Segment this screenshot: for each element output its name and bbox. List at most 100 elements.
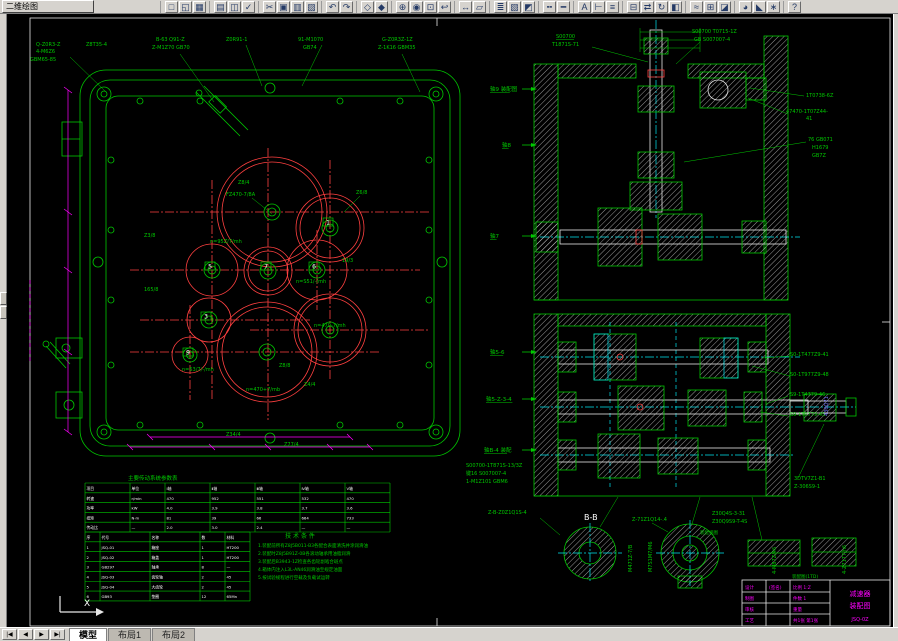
tab-nav-first-button[interactable]: |◀ bbox=[2, 629, 17, 640]
toolbar-group: ⊟ ⇄ ↻ ◧ bbox=[622, 0, 683, 13]
tab-nav-last-button[interactable]: ▶| bbox=[50, 629, 65, 640]
drawing-label: 轴9 装配图 bbox=[490, 85, 518, 93]
drawing-canvas[interactable]: 项目 单位 Ⅰ轴 Ⅱ轴 Ⅲ轴 Ⅳ轴 Ⅴ轴转速 r/min 470 952 551 532 470功率 kW… bbox=[7, 14, 893, 628]
tab-layout2[interactable]: 布局2 bbox=[152, 628, 196, 641]
table-cell: 664 bbox=[302, 515, 310, 520]
undo-icon[interactable]: ↶ bbox=[326, 0, 339, 13]
table-cell: Ⅳ轴 bbox=[302, 486, 310, 491]
table-cell: 551 bbox=[257, 496, 265, 501]
tab-nav-prev-button[interactable]: ◀ bbox=[18, 629, 33, 640]
area-icon[interactable]: ▱ bbox=[473, 0, 486, 13]
drawing-label: T1871S-71 bbox=[551, 42, 579, 48]
table-cell: — bbox=[347, 525, 351, 530]
table-cell: 45 bbox=[227, 574, 232, 579]
table-cell: 传动比 bbox=[87, 525, 99, 530]
zoom-realtime-icon[interactable]: ◉ bbox=[410, 0, 423, 13]
match-properties-icon[interactable]: ▨ bbox=[305, 0, 318, 13]
drawing-label: 比例 1:Z bbox=[793, 584, 811, 591]
pan-icon[interactable]: ⊕ bbox=[396, 0, 409, 13]
table-cell: GB93 bbox=[102, 594, 113, 599]
table-cell: 垫圈 bbox=[152, 594, 160, 599]
table-cell: 66 bbox=[257, 515, 262, 520]
offset-icon[interactable]: ≈ bbox=[690, 0, 703, 13]
text-style-icon[interactable]: A bbox=[578, 0, 591, 13]
make-block-icon[interactable]: ◆ bbox=[375, 0, 388, 13]
drawing-label: G-Z0R3Z-1Z bbox=[382, 37, 413, 43]
dock-handle-icon[interactable] bbox=[0, 306, 7, 319]
table-cell: 2 bbox=[87, 555, 90, 560]
table-cell: kW bbox=[132, 506, 138, 511]
redo-icon[interactable]: ↷ bbox=[340, 0, 353, 13]
drawing-label: 4-Z71T7/h6 bbox=[842, 545, 848, 574]
open-icon[interactable]: ◱ bbox=[179, 0, 192, 13]
table-cell: 代号 bbox=[102, 535, 110, 540]
save-icon[interactable]: ▦ bbox=[193, 0, 206, 13]
layers-icon[interactable]: ≣ bbox=[494, 0, 507, 13]
distance-icon[interactable]: ↔ bbox=[459, 0, 472, 13]
table-cell: Ⅰ轴 bbox=[167, 486, 172, 491]
array-icon[interactable]: ⊞ bbox=[704, 0, 717, 13]
drawing-label: 装配视图 bbox=[700, 529, 718, 536]
drawing-label: 41 bbox=[806, 116, 812, 122]
drawing-label: 165/8 bbox=[144, 287, 158, 293]
color-control-icon[interactable]: ◩ bbox=[522, 0, 535, 13]
zoom-previous-icon[interactable]: ↩ bbox=[438, 0, 451, 13]
drawing-label: Z-B-Z0Z1Q1S-4 bbox=[488, 510, 527, 516]
print-icon[interactable]: ▤ bbox=[214, 0, 227, 13]
mirror-icon[interactable]: ◧ bbox=[669, 0, 682, 13]
drawing-label: S00700-1T871S-13/3Z bbox=[466, 463, 523, 469]
copy-icon[interactable]: ▣ bbox=[277, 0, 290, 13]
drawing-label: M471Z-7/B bbox=[628, 544, 634, 572]
gear-circles bbox=[171, 156, 367, 403]
layer-properties-icon[interactable]: ▧ bbox=[508, 0, 521, 13]
lineweight-icon[interactable]: ━ bbox=[557, 0, 570, 13]
drawing-label: Z30Q4S-3-31 bbox=[712, 511, 745, 517]
docked-panel-title[interactable]: 二维绘图 bbox=[2, 0, 94, 13]
trim-icon[interactable]: ◪ bbox=[718, 0, 731, 13]
drawing-label: 4-M6Z6 bbox=[36, 49, 55, 55]
move-icon[interactable]: ⇄ bbox=[641, 0, 654, 13]
drawing-label: X bbox=[84, 599, 90, 609]
tab-model[interactable]: 模型 bbox=[69, 628, 108, 641]
linetype-icon[interactable]: ╍ bbox=[543, 0, 556, 13]
drawing-label: Z-M1Z70 GB70 bbox=[152, 45, 190, 51]
drawing-label: 主要传动系统参数表 bbox=[128, 474, 178, 482]
table-cell: 4 bbox=[87, 574, 90, 579]
toolbar-group: ◇ ◆ bbox=[356, 0, 389, 13]
table-cell: 功率 bbox=[87, 506, 95, 511]
insert-block-icon[interactable]: ◇ bbox=[361, 0, 374, 13]
toolbar-group: ≈ ⊞ ◪ bbox=[685, 0, 732, 13]
paste-icon[interactable]: ▥ bbox=[291, 0, 304, 13]
new-icon[interactable]: □ bbox=[165, 0, 178, 13]
erase-icon[interactable]: ⊟ bbox=[627, 0, 640, 13]
drawing-label: S00700 bbox=[556, 34, 575, 40]
fillet-icon[interactable]: ◕ bbox=[739, 0, 752, 13]
toolbar-group: ✂ ▣ ▥ ▨ bbox=[258, 0, 319, 13]
zoom-window-icon[interactable]: ⊡ bbox=[424, 0, 437, 13]
properties-icon[interactable]: ≡ bbox=[606, 0, 619, 13]
explode-icon[interactable]: ∗ bbox=[767, 0, 780, 13]
gear-tag-number: 9 bbox=[186, 350, 190, 357]
table-cell: 1 bbox=[202, 545, 205, 550]
dim-style-icon[interactable]: ⊢ bbox=[592, 0, 605, 13]
chamfer-icon[interactable]: ◣ bbox=[753, 0, 766, 13]
drawing-label: 件数 1 bbox=[793, 595, 806, 602]
drawing-label: H1679 bbox=[812, 145, 828, 151]
spelling-icon[interactable]: ✓ bbox=[242, 0, 255, 13]
drawing-label: 430Q71 bbox=[824, 396, 830, 416]
drawing-label: B-B bbox=[584, 513, 598, 522]
help-icon[interactable]: ? bbox=[788, 0, 801, 13]
rotate-icon[interactable]: ↻ bbox=[655, 0, 668, 13]
table-cell: 材料 bbox=[227, 535, 235, 540]
tab-nav-next-button[interactable]: ▶ bbox=[34, 629, 49, 640]
cut-icon[interactable]: ✂ bbox=[263, 0, 276, 13]
model-space-canvas[interactable]: 项目 单位 Ⅰ轴 Ⅱ轴 Ⅲ轴 Ⅳ轴 Ⅴ轴 转速 r/min 470 952 551 532 470 功率 kW… bbox=[7, 14, 893, 628]
table-cell: 2 bbox=[202, 574, 205, 579]
drawing-label: Z0R91-1 bbox=[226, 37, 247, 43]
print-preview-icon[interactable]: ◫ bbox=[228, 0, 241, 13]
table-cell: 2.0 bbox=[167, 525, 174, 530]
dock-handle-icon[interactable] bbox=[0, 292, 7, 305]
tab-layout1[interactable]: 布局1 bbox=[108, 628, 152, 641]
drawing-label: 键16 S007007-4 bbox=[466, 470, 506, 477]
table-cell: 3.9 bbox=[212, 506, 219, 511]
